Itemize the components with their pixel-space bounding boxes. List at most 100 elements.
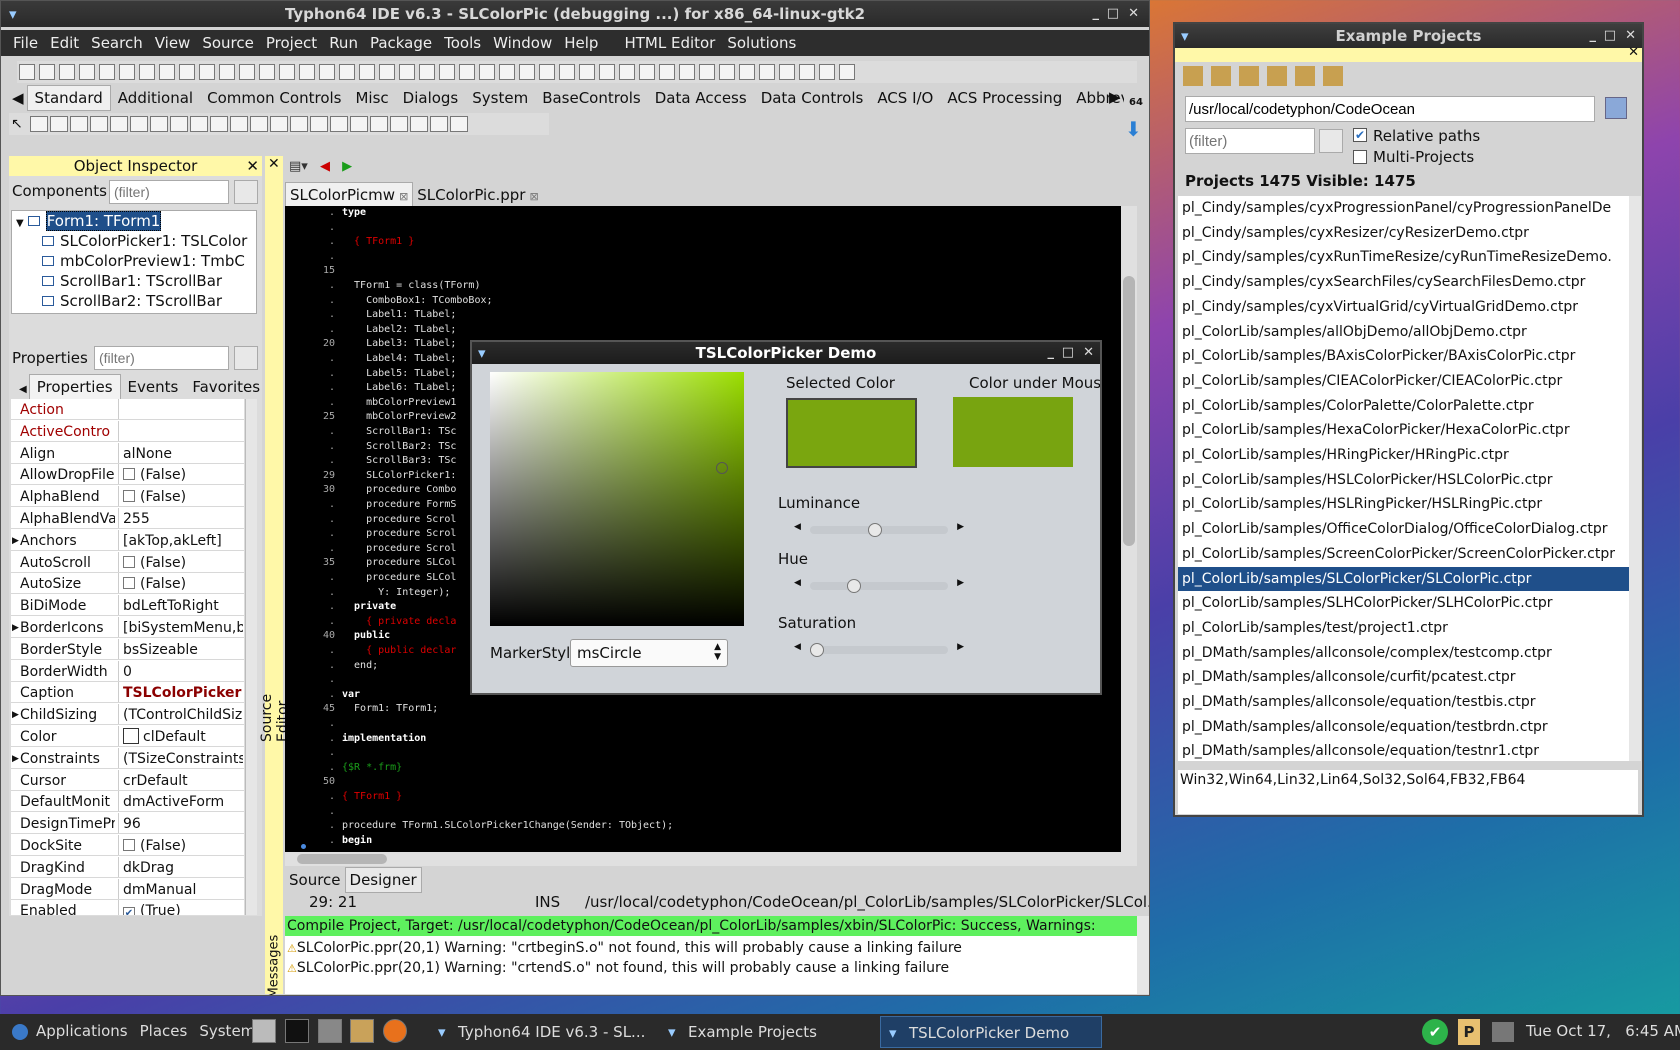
warning-line[interactable]: ⚠SLColorPic.ppr(20,1) Warning: "crtendS.… [285, 958, 1137, 978]
toolbar-button-icon[interactable] [699, 64, 715, 80]
toolbar-button-icon[interactable] [299, 64, 315, 80]
properties-filter-input[interactable] [94, 346, 229, 370]
folder-browse-icon[interactable] [1605, 97, 1627, 119]
slider-thumb[interactable] [867, 523, 882, 537]
toolbar-button-icon[interactable] [59, 64, 75, 80]
property-value[interactable]: TSLColorPicker [123, 682, 243, 702]
toolbar-button-icon[interactable] [619, 64, 635, 80]
projects-titlebar[interactable]: ▾ Example Projects _ □ ✕ [1175, 24, 1642, 48]
slider-right-arrow-icon[interactable]: ▶ [957, 578, 964, 588]
toolbar-button-icon[interactable] [99, 64, 115, 80]
toolbar-button-icon[interactable] [479, 64, 495, 80]
palette-component-icon[interactable] [230, 116, 248, 132]
taskbar-window-button[interactable]: ▾ Typhon64 IDE v6.3 - SL... [430, 1016, 650, 1048]
projects-panel-close-icon[interactable]: ✕ [1628, 45, 1639, 60]
slider-left-arrow-icon[interactable]: ◀ [794, 642, 801, 652]
refresh-icon[interactable] [1183, 66, 1203, 86]
delete-icon[interactable] [1267, 66, 1287, 86]
clock[interactable]: Tue Oct 17, 6:45 AM [1526, 1022, 1680, 1040]
palette-right-arrow-icon[interactable]: ▶ [1109, 85, 1121, 109]
project-list-item[interactable]: pl_ColorLib/samples/CIEAColorPicker/CIEA… [1178, 369, 1629, 393]
inspector-tab[interactable]: Events [121, 375, 186, 399]
palette-component-icon[interactable] [370, 116, 388, 132]
slider-right-arrow-icon[interactable]: ▶ [957, 642, 964, 652]
editor-vscroll[interactable] [1121, 206, 1137, 852]
tree-item[interactable]: ▼ Form1: TForm1 [12, 211, 256, 231]
components-filter-input[interactable] [109, 180, 229, 204]
project-list-item[interactable]: pl_Cindy/samples/cyxVirtualGrid/cyVirtua… [1178, 295, 1629, 319]
project-list-item[interactable]: pl_DMath/samples/allconsole/equation/tes… [1178, 715, 1629, 739]
toolbar-button-icon[interactable] [199, 64, 215, 80]
project-list-item[interactable]: pl_ColorLib/samples/HSLRingPicker/HSLRin… [1178, 492, 1629, 516]
projects-maximize-icon[interactable]: □ [1604, 24, 1616, 48]
bottom-tab[interactable]: Source [285, 868, 345, 892]
menu-project[interactable]: Project [266, 34, 317, 52]
toolbar-button-icon[interactable] [739, 64, 755, 80]
demo-close-icon[interactable]: ✕ [1083, 342, 1094, 364]
slider-right-arrow-icon[interactable]: ▶ [957, 522, 964, 532]
toolbar-button-icon[interactable] [419, 64, 435, 80]
property-expand-icon[interactable]: ▶ [12, 748, 19, 768]
pointer-icon[interactable]: ↖ [11, 116, 27, 132]
back-arrow-icon[interactable]: ◀ [320, 159, 330, 174]
palette-left-arrow-icon[interactable]: ◀ [9, 86, 27, 110]
taskbar-menu-applications[interactable]: Applications [36, 1022, 128, 1040]
property-value[interactable]: (TSizeConstraints [123, 748, 243, 768]
menu-view[interactable]: View [155, 34, 191, 52]
toolbar-button-icon[interactable] [839, 64, 855, 80]
breakpoint-dot-icon[interactable] [301, 844, 306, 849]
property-expand-icon[interactable]: ▶ [12, 704, 19, 724]
menu-run[interactable]: Run [329, 34, 358, 52]
toolbar-button-icon[interactable] [679, 64, 695, 80]
open-project-icon[interactable] [1211, 66, 1231, 86]
property-row[interactable]: BorderStyle bsSizeable [11, 638, 244, 660]
forward-arrow-icon[interactable]: ▶ [342, 159, 352, 174]
menu-source[interactable]: Source [202, 34, 254, 52]
palette-tab[interactable]: Standard [26, 85, 111, 111]
palette-component-icon[interactable] [90, 116, 108, 132]
platforms-field[interactable]: Win32,Win64,Lin32,Lin64,Sol32,Sol64,FB32… [1178, 770, 1638, 814]
taskbar-menu-places[interactable]: Places [140, 1022, 188, 1040]
toolbar-button-icon[interactable] [339, 64, 355, 80]
tree-item[interactable]: mbColorPreview1: TmbC [12, 251, 256, 271]
property-row[interactable]: Color clDefault [11, 726, 244, 747]
palette-component-icon[interactable] [270, 116, 288, 132]
property-row[interactable]: DragMode dmManual [11, 878, 244, 900]
toolbar-button-icon[interactable] [539, 64, 555, 80]
property-scrollbar[interactable] [245, 399, 257, 915]
project-list-item[interactable]: pl_ColorLib/samples/allObjDemo/allObjDem… [1178, 320, 1629, 344]
palette-component-icon[interactable] [410, 116, 428, 132]
property-row[interactable]: DesignTimePr 96 [11, 813, 244, 835]
property-expand-icon[interactable]: ▶ [12, 617, 19, 637]
luminance-slider[interactable]: ◀ ▶ [794, 522, 964, 538]
toolbar-button-icon[interactable] [119, 64, 135, 80]
tree-expand-icon[interactable]: ▼ [16, 218, 24, 229]
palette-tab[interactable]: ACS Processing [940, 86, 1069, 110]
tree-item[interactable]: SLColorPicker1: TSLColor [12, 231, 256, 251]
editor-close-icon[interactable]: ✕ [268, 156, 280, 172]
projects-list-scrollbar[interactable] [1629, 196, 1641, 761]
toolbar-button-icon[interactable] [19, 64, 35, 80]
menu-window[interactable]: Window [493, 34, 552, 52]
palette-tab[interactable]: System [465, 86, 535, 110]
menu-html-editor[interactable]: HTML Editor [624, 34, 715, 52]
ide-titlebar[interactable]: ▾ Typhon64 IDE v6.3 - SLColorPic (debugg… [1, 1, 1149, 27]
saturation-slider[interactable]: ◀ ▶ [794, 642, 964, 658]
editor-vscroll-thumb[interactable] [1123, 276, 1135, 546]
toolbar-button-icon[interactable] [459, 64, 475, 80]
project-list-item[interactable]: pl_ColorLib/samples/BAxisColorPicker/BAx… [1178, 344, 1629, 368]
property-value[interactable]: 0 [123, 661, 243, 681]
folder-icon[interactable] [1295, 66, 1315, 86]
search-project-icon[interactable] [1323, 66, 1343, 86]
toolbar-button-icon[interactable] [159, 64, 175, 80]
toolbar-button-icon[interactable] [79, 64, 95, 80]
checkbox-icon[interactable] [123, 839, 135, 851]
palette-component-icon[interactable] [170, 116, 188, 132]
relative-paths-checkbox[interactable]: ✔ [1353, 128, 1367, 142]
property-value[interactable]: clDefault [123, 726, 243, 746]
toolbar-button-icon[interactable] [499, 64, 515, 80]
property-row[interactable]: BorderWidth 0 [11, 660, 244, 682]
toolbar-button-icon[interactable] [379, 64, 395, 80]
property-row[interactable]: ActiveContro [11, 420, 244, 442]
property-value[interactable]: (False) [123, 573, 243, 593]
